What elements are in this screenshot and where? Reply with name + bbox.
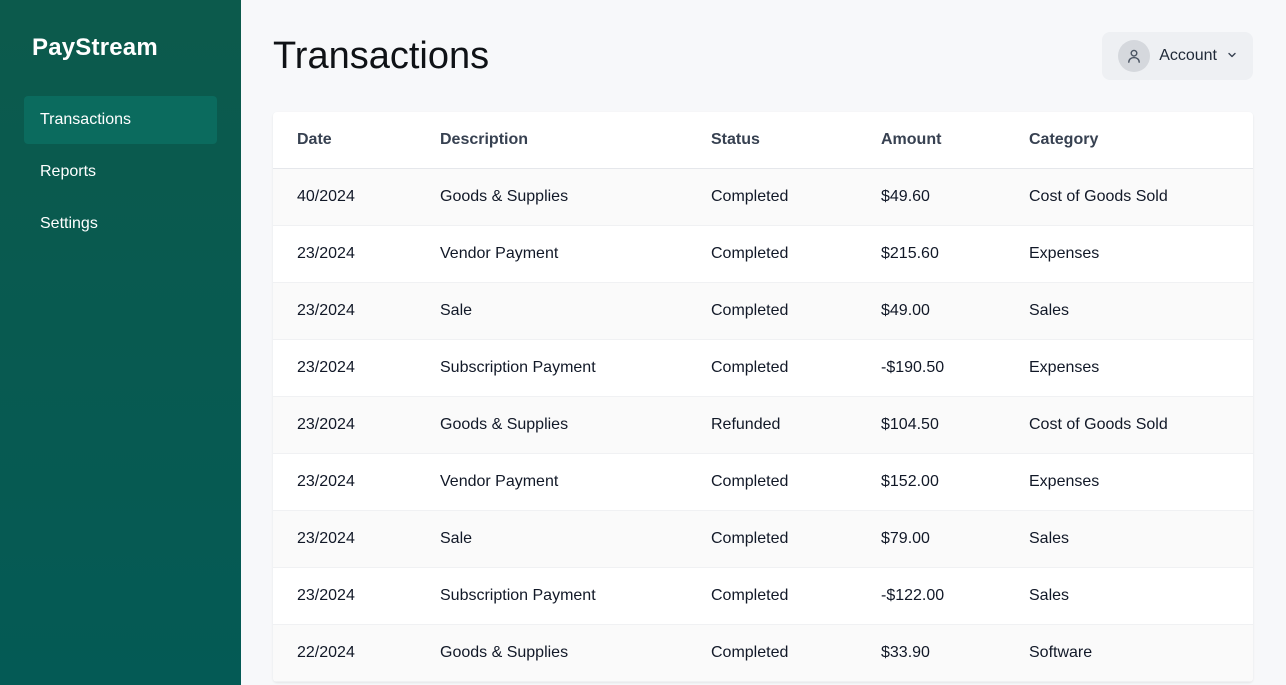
cell-amount: $152.00 (857, 453, 1005, 511)
cell-status: Completed (687, 624, 857, 682)
cell-description: Sale (416, 510, 687, 568)
cell-amount: $215.60 (857, 225, 1005, 283)
cell-description: Subscription Payment (416, 339, 687, 397)
cell-status: Completed (687, 225, 857, 283)
cell-status: Completed (687, 567, 857, 625)
cell-status: Completed (687, 453, 857, 511)
account-button[interactable]: Account (1102, 32, 1253, 80)
cell-description: Sale (416, 282, 687, 340)
chevron-down-icon (1227, 47, 1237, 65)
cell-description: Goods & Supplies (416, 396, 687, 454)
sidebar-nav: Transactions Reports Settings (24, 96, 217, 248)
cell-category: Expenses (1005, 453, 1253, 511)
cell-date: 40/2024 (273, 168, 416, 226)
cell-category: Sales (1005, 567, 1253, 625)
cell-status: Refunded (687, 396, 857, 454)
brand-logo: PayStream (32, 34, 158, 61)
cell-date: 23/2024 (273, 339, 416, 397)
cell-amount: -$190.50 (857, 339, 1005, 397)
cell-status: Completed (687, 339, 857, 397)
cell-category: Expenses (1005, 339, 1253, 397)
cell-status: Completed (687, 168, 857, 226)
transactions-table: Date Description Status Amount Category … (273, 112, 1253, 682)
column-header-amount[interactable]: Amount (857, 112, 1005, 169)
table-row[interactable]: 40/2024 Goods & Supplies Completed $49.6… (273, 168, 1253, 226)
cell-date: 23/2024 (273, 567, 416, 625)
cell-description: Goods & Supplies (416, 624, 687, 682)
cell-date: 23/2024 (273, 453, 416, 511)
cell-date: 22/2024 (273, 624, 416, 682)
table-row[interactable]: 23/2024 Sale Completed $79.00 Sales (273, 510, 1253, 568)
table-header-row: Date Description Status Amount Category (273, 112, 1253, 169)
user-icon (1118, 40, 1151, 72)
cell-date: 23/2024 (273, 510, 416, 568)
app-root: PayStream Transactions Reports Settings … (0, 0, 1286, 685)
cell-category: Expenses (1005, 225, 1253, 283)
transactions-table-card: Date Description Status Amount Category … (273, 112, 1253, 682)
table-row[interactable]: 23/2024 Subscription Payment Completed -… (273, 339, 1253, 397)
cell-category: Sales (1005, 510, 1253, 568)
cell-status: Completed (687, 282, 857, 340)
column-header-date[interactable]: Date (273, 112, 416, 169)
cell-amount: $104.50 (857, 396, 1005, 454)
cell-description: Vendor Payment (416, 225, 687, 283)
cell-category: Cost of Goods Sold (1005, 396, 1253, 454)
page-header: Transactions Account (273, 32, 1253, 80)
column-header-status[interactable]: Status (687, 112, 857, 169)
cell-amount: $49.60 (857, 168, 1005, 226)
cell-date: 23/2024 (273, 225, 416, 283)
table-row[interactable]: 23/2024 Sale Completed $49.00 Sales (273, 282, 1253, 340)
cell-description: Vendor Payment (416, 453, 687, 511)
sidebar-item-reports[interactable]: Reports (24, 148, 217, 196)
cell-date: 23/2024 (273, 282, 416, 340)
column-header-category[interactable]: Category (1005, 112, 1253, 169)
cell-description: Subscription Payment (416, 567, 687, 625)
cell-description: Goods & Supplies (416, 168, 687, 226)
sidebar: PayStream Transactions Reports Settings (0, 0, 241, 685)
cell-category: Sales (1005, 282, 1253, 340)
table-row[interactable]: 22/2024 Goods & Supplies Completed $33.9… (273, 624, 1253, 682)
table-row[interactable]: 23/2024 Goods & Supplies Refunded $104.5… (273, 396, 1253, 454)
cell-amount: -$122.00 (857, 567, 1005, 625)
sidebar-item-transactions[interactable]: Transactions (24, 96, 217, 144)
cell-amount: $49.00 (857, 282, 1005, 340)
sidebar-item-settings[interactable]: Settings (24, 200, 217, 248)
column-header-description[interactable]: Description (416, 112, 687, 169)
cell-category: Cost of Goods Sold (1005, 168, 1253, 226)
cell-date: 23/2024 (273, 396, 416, 454)
cell-amount: $33.90 (857, 624, 1005, 682)
cell-status: Completed (687, 510, 857, 568)
table-row[interactable]: 23/2024 Subscription Payment Completed -… (273, 567, 1253, 625)
main-content: Transactions Account Date Description St… (241, 0, 1286, 685)
cell-category: Software (1005, 624, 1253, 682)
page-title: Transactions (273, 34, 490, 77)
account-label: Account (1159, 47, 1217, 64)
table-row[interactable]: 23/2024 Vendor Payment Completed $215.60… (273, 225, 1253, 283)
table-row[interactable]: 23/2024 Vendor Payment Completed $152.00… (273, 453, 1253, 511)
cell-amount: $79.00 (857, 510, 1005, 568)
